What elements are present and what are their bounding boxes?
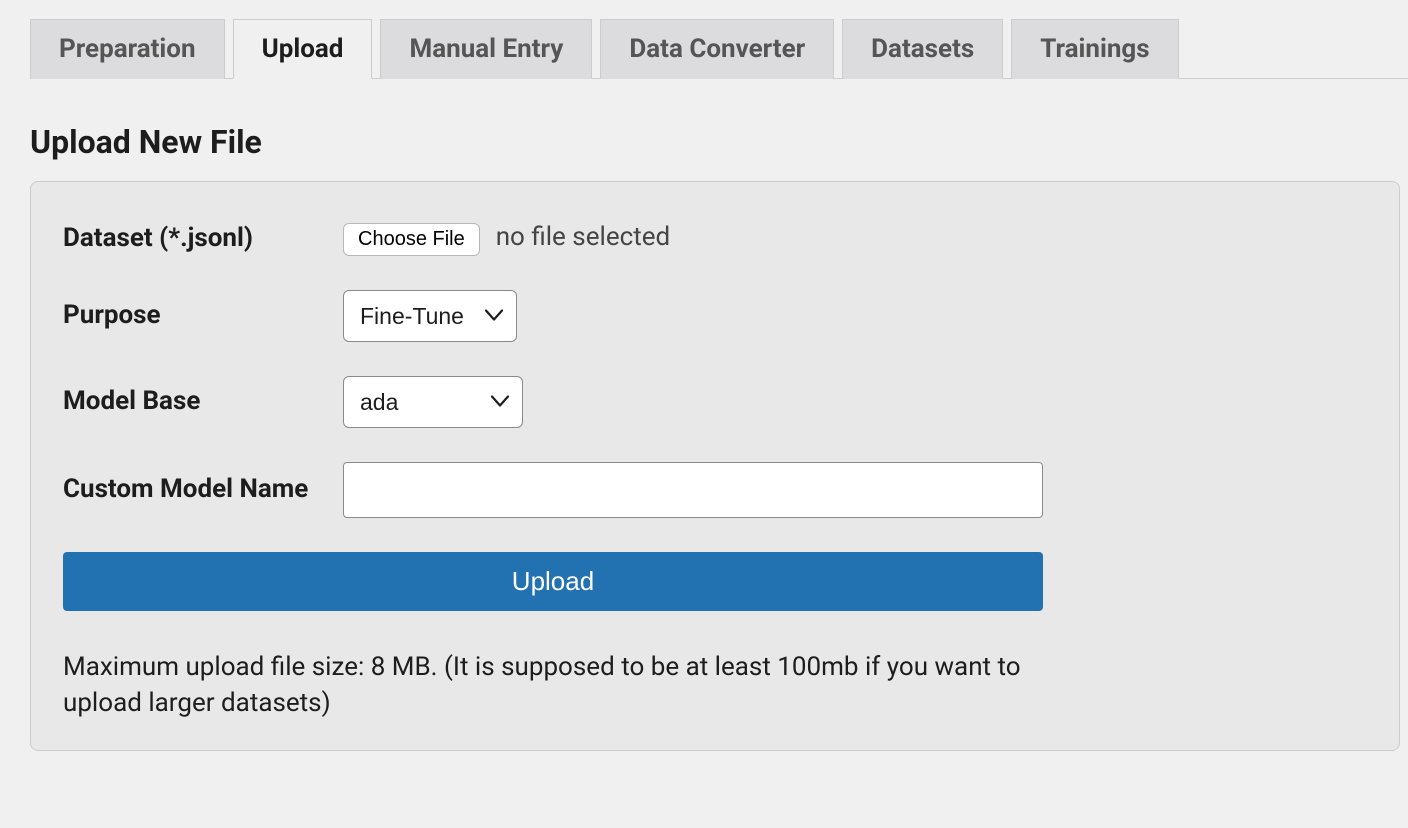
row-model-base: Model Base ada <box>63 376 1369 428</box>
label-dataset: Dataset (*.jsonl) <box>63 222 343 256</box>
upload-panel: Dataset (*.jsonl) Choose File no file se… <box>30 181 1400 751</box>
upload-button[interactable]: Upload <box>63 552 1043 611</box>
label-purpose: Purpose <box>63 299 343 333</box>
tab-preparation[interactable]: Preparation <box>30 19 225 79</box>
label-custom-model: Custom Model Name <box>63 473 343 507</box>
row-custom-model: Custom Model Name <box>63 462 1369 518</box>
purpose-select[interactable]: Fine-Tune <box>343 290 517 342</box>
choose-file-button[interactable]: Choose File <box>343 223 480 256</box>
custom-model-input[interactable] <box>343 462 1043 518</box>
model-base-select[interactable]: ada <box>343 376 523 428</box>
row-purpose: Purpose Fine-Tune <box>63 290 1369 342</box>
page-title: Upload New File <box>30 123 1408 161</box>
tabs: Preparation Upload Manual Entry Data Con… <box>30 18 1408 79</box>
tab-manual-entry[interactable]: Manual Entry <box>380 19 592 79</box>
label-model-base: Model Base <box>63 385 343 419</box>
tab-data-converter[interactable]: Data Converter <box>600 19 834 79</box>
row-dataset: Dataset (*.jsonl) Choose File no file se… <box>63 222 1369 256</box>
upload-note: Maximum upload file size: 8 MB. (It is s… <box>63 649 1033 722</box>
tab-upload[interactable]: Upload <box>233 19 373 79</box>
file-status: no file selected <box>496 222 670 252</box>
tab-datasets[interactable]: Datasets <box>842 19 1003 79</box>
tab-trainings[interactable]: Trainings <box>1011 19 1178 79</box>
